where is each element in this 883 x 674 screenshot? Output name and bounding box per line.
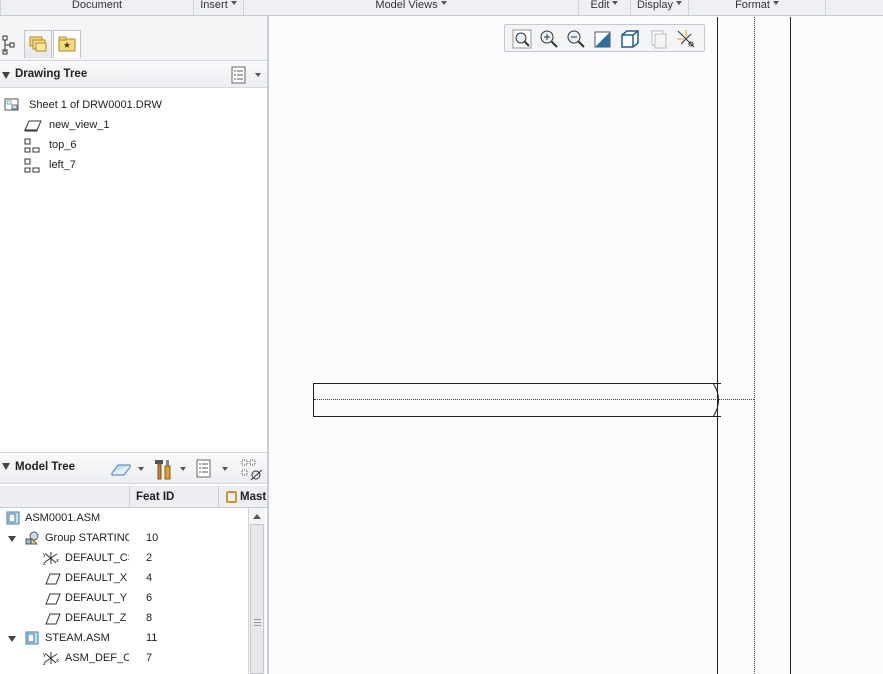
group-icon xyxy=(24,530,40,546)
refit-icon[interactable] xyxy=(511,28,533,50)
svg-text:y: y xyxy=(43,652,46,658)
layers-tab-icon xyxy=(29,36,47,52)
projection-view-icon xyxy=(24,158,40,173)
tree-item-view[interactable]: top_6 xyxy=(24,136,244,154)
datum-display-icon[interactable] xyxy=(675,28,697,50)
show-settings-icon[interactable] xyxy=(194,458,214,480)
chevron-down-icon[interactable] xyxy=(222,467,228,471)
assembly-icon xyxy=(6,511,20,525)
favorites-tab-icon xyxy=(58,36,76,52)
tree-row[interactable]: DEFAULT_Z 8 xyxy=(0,608,248,628)
chevron-down-icon[interactable] xyxy=(138,467,144,471)
view-outline-end xyxy=(712,383,719,417)
chevron-down-icon xyxy=(772,1,779,5)
saved-views-icon[interactable] xyxy=(647,28,669,50)
scroll-up-icon[interactable] xyxy=(253,514,261,519)
tree-item-sheet[interactable]: Sheet 1 of DRW0001.DRW xyxy=(4,96,244,114)
layers-tab[interactable] xyxy=(24,30,52,58)
general-view-icon xyxy=(24,118,42,132)
sheet-border-left xyxy=(717,17,718,674)
tree-settings-icon[interactable] xyxy=(229,65,249,85)
column-divider[interactable] xyxy=(129,486,130,508)
sheet-center-line xyxy=(754,17,755,674)
chevron-down-icon xyxy=(440,1,447,5)
master-rep-icon xyxy=(226,491,237,503)
sheet-icon xyxy=(4,98,20,112)
view-outline[interactable] xyxy=(313,383,721,417)
chevron-down-icon[interactable] xyxy=(180,467,186,471)
repaint-icon[interactable] xyxy=(592,28,614,50)
tools-icon[interactable] xyxy=(152,457,174,481)
svg-text:x: x xyxy=(56,658,59,664)
sheet-border-right xyxy=(790,17,791,674)
menu-insert[interactable]: Insert xyxy=(193,0,243,15)
model-tree-header[interactable]: Model Tree xyxy=(0,452,267,484)
model-tree-scrollbar[interactable] xyxy=(248,508,265,674)
assembly-icon xyxy=(25,631,39,645)
view-center-line xyxy=(314,399,754,400)
tree-row[interactable]: STEAM.ASM 11 xyxy=(0,628,248,648)
expand-triangle-icon[interactable] xyxy=(8,636,16,642)
collapse-triangle-icon[interactable] xyxy=(2,463,10,470)
expand-triangle-icon[interactable] xyxy=(8,536,16,542)
csys-icon: y x z xyxy=(43,650,61,667)
zoom-in-icon[interactable] xyxy=(538,28,560,50)
hide-columns-icon[interactable] xyxy=(240,458,264,482)
column-master[interactable]: Mast xyxy=(240,491,266,503)
tree-item-view[interactable]: left_7 xyxy=(24,156,244,174)
eraser-icon[interactable] xyxy=(110,459,132,479)
navigator-panel: Drawing Tree Sheet 1 of DRW0001.DRW new_… xyxy=(0,16,269,674)
zoom-out-icon[interactable] xyxy=(565,28,587,50)
tree-row[interactable]: DEFAULT_X 4 xyxy=(0,568,248,588)
menu-document[interactable]: Document xyxy=(0,0,193,15)
menu-bar: Document Insert Model Views Edit Display… xyxy=(0,0,883,16)
tree-row[interactable]: yxz DEFAULT_CS 2 xyxy=(0,548,248,568)
menu-model-views[interactable]: Model Views xyxy=(243,0,578,15)
projection-view-icon xyxy=(24,138,40,153)
tree-row[interactable]: Group STARTING_ 10 xyxy=(0,528,248,548)
csys-icon: y x z xyxy=(43,550,61,567)
navigator-tabs xyxy=(0,16,267,60)
display-style-icon[interactable] xyxy=(619,28,641,50)
menu-spacer xyxy=(825,0,883,15)
drawing-tree-header[interactable]: Drawing Tree xyxy=(0,60,267,88)
tree-tab-icon[interactable] xyxy=(1,34,19,56)
menu-edit[interactable]: Edit xyxy=(578,0,630,15)
model-tree-title: Model Tree xyxy=(15,461,76,473)
datum-plane-icon xyxy=(45,592,61,605)
svg-text:y: y xyxy=(43,552,46,558)
tree-item-view[interactable]: new_view_1 xyxy=(24,116,244,134)
svg-text:z: z xyxy=(43,661,46,666)
model-tree-column-header: Feat ID Mast xyxy=(0,486,267,508)
svg-text:z: z xyxy=(43,561,46,566)
datum-plane-icon xyxy=(45,612,61,625)
menu-format[interactable]: Format xyxy=(688,0,825,15)
drawing-tree-title: Drawing Tree xyxy=(15,68,88,80)
chevron-down-icon[interactable] xyxy=(255,73,261,77)
chevron-down-icon xyxy=(676,1,683,5)
datum-plane-icon xyxy=(45,572,61,585)
chevron-down-icon xyxy=(230,1,237,5)
column-feat-id[interactable]: Feat ID xyxy=(136,491,174,503)
tree-row[interactable]: DEFAULT_Y 6 xyxy=(0,588,248,608)
chevron-down-icon xyxy=(612,1,619,5)
svg-text:x: x xyxy=(56,558,59,564)
collapse-triangle-icon[interactable] xyxy=(2,72,10,79)
menu-display[interactable]: Display xyxy=(630,0,688,15)
view-toolbar xyxy=(504,24,705,52)
drawing-canvas[interactable] xyxy=(270,17,883,674)
tree-row[interactable]: ASM0001.ASM xyxy=(0,508,248,528)
scroll-thumb[interactable] xyxy=(250,524,264,674)
favorites-tab[interactable] xyxy=(53,30,81,58)
column-divider[interactable] xyxy=(218,486,219,508)
tree-row[interactable]: yxz ASM_DEF_CS 7 xyxy=(0,648,248,668)
